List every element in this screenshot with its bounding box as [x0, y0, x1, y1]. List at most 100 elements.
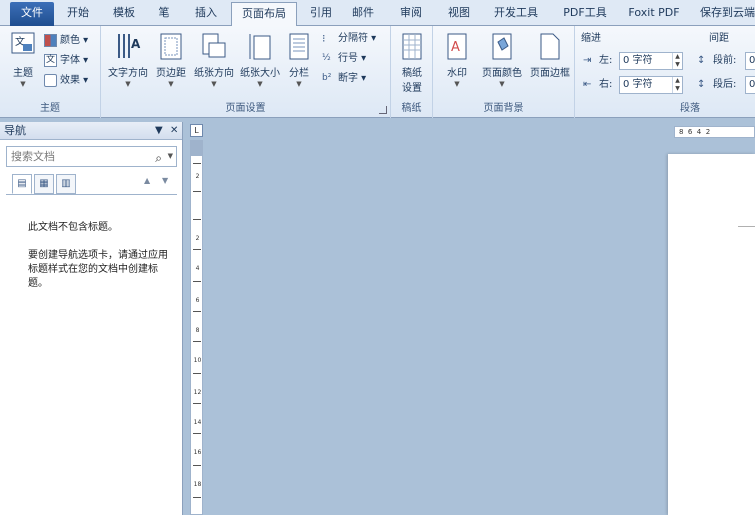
vertical-ruler: 2 2 4 6 8 10 12 14 16 18	[190, 140, 203, 515]
indent-right-label: ⇤ 右:	[583, 78, 613, 91]
tab-references[interactable]: 引用	[303, 2, 339, 26]
nav-header: 导航 ▼ ✕	[0, 122, 182, 140]
hyphenation-button[interactable]: b² 断字 ▾	[322, 70, 366, 88]
tab-file[interactable]: 文件	[10, 2, 54, 26]
paragraph-group: 缩进 ⇥ 左: 0 字符 ▲ ▼ ⇤ 右: 0 字符 ▲ ▼ 间距 ↕ 段前: 0 ↕ 段后…	[575, 26, 755, 118]
columns-button[interactable]: 分栏 ▼	[286, 32, 312, 88]
theme-group-label: 主题	[40, 103, 60, 114]
svg-text:A: A	[451, 40, 460, 55]
colors-icon	[44, 33, 57, 47]
tab-save-cloud[interactable]: 保存到云端	[700, 2, 755, 26]
theme-effects-button[interactable]: 效果 ▾	[44, 72, 88, 90]
ribbon-tabs: 文件 开始 模板 笔 插入 页面布局 引用 邮件 审阅 视图 开发工具 PDF工…	[0, 0, 755, 27]
theme-group: 文 主题 ▼ 颜色 ▾ 文字体 ▾ 效果 ▾ 主题	[0, 26, 101, 118]
indent-right-input[interactable]: 0 字符 ▲ ▼	[619, 76, 683, 94]
orientation-icon	[202, 33, 226, 58]
nav-close-icon[interactable]: ✕	[170, 122, 178, 140]
draft-group-label: 稿纸	[401, 103, 422, 114]
indent-right-spinner-icon[interactable]: ▲ ▼	[672, 77, 682, 93]
line-numbers-button[interactable]: ½ 行号 ▾	[322, 50, 366, 68]
spacing-before-input[interactable]: 0	[745, 52, 755, 70]
tab-foxit-pdf[interactable]: Foxit PDF	[623, 2, 685, 26]
document-area	[205, 140, 755, 515]
breaks-button[interactable]: ⁝ 分隔符 ▾	[322, 30, 376, 48]
themes-label: 主题	[13, 68, 33, 79]
tab-home[interactable]: 开始	[60, 2, 96, 26]
page-borders-icon	[540, 33, 560, 60]
watermark-icon: A	[447, 33, 467, 60]
spacing-after-label: ↕ 段后:	[697, 78, 737, 91]
navigation-pane: 导航 ▼ ✕ 搜索文档 ⌕ ▼ ▤ ▦ ▥ ▲ ▼ 此文档不包含标题。 要创建导…	[0, 122, 183, 515]
next-icon[interactable]: ▼	[162, 176, 168, 185]
spacing-after-icon: ↕	[697, 78, 706, 90]
indent-left-input[interactable]: 0 字符 ▲ ▼	[619, 52, 683, 70]
svg-text:A: A	[131, 37, 141, 51]
margins-button[interactable]: 页边距 ▼	[152, 32, 190, 88]
tab-page-layout[interactable]: 页面布局	[231, 2, 297, 27]
headings-view-icon[interactable]: ▤	[12, 174, 32, 194]
effects-icon	[44, 73, 57, 87]
page-setup-group-label: 页面设置	[225, 103, 266, 114]
page-size-icon	[249, 34, 271, 60]
tab-pen[interactable]: 笔	[150, 2, 178, 26]
indent-title: 缩进	[581, 33, 601, 44]
orientation-button[interactable]: 纸张方向 ▼	[192, 32, 236, 88]
indent-right-icon: ⇤	[583, 78, 592, 90]
paragraph-group-label: 段落	[680, 103, 700, 114]
tab-mailings[interactable]: 邮件	[345, 2, 381, 26]
nav-options-icon[interactable]: ▼	[155, 122, 163, 140]
page-setup-group: A 文字方向 ▼ 页边距 ▼ 纸张方向 ▼ 纸张大小 ▼ 分栏 ▼ ⁝ 分隔符 …	[101, 26, 391, 118]
indent-left-spinner-icon[interactable]: ▲ ▼	[672, 53, 682, 69]
tab-developer[interactable]: 开发工具	[485, 2, 547, 26]
spacing-before-label: ↕ 段前:	[697, 54, 737, 67]
text-direction-button[interactable]: A 文字方向 ▼	[106, 32, 150, 88]
page-size-button[interactable]: 纸张大小 ▼	[238, 32, 282, 88]
spacing-title: 间距	[709, 33, 729, 44]
draft-group: 稿纸 设置 稿纸	[391, 26, 433, 118]
horizontal-ruler-numbers: 8 6 4 2	[679, 128, 711, 136]
search-options-icon[interactable]: ▼	[168, 147, 173, 166]
draft-settings-button[interactable]: 稿纸 设置	[395, 32, 429, 94]
document-page[interactable]	[668, 154, 755, 515]
nav-search-input[interactable]: 搜索文档 ⌕ ▼	[6, 146, 177, 167]
previous-icon[interactable]: ▲	[144, 176, 150, 185]
nav-instructions-text: 要创建导航选项卡，请通过应用标题样式在您的文档中创建标题。	[28, 250, 168, 289]
results-view-icon[interactable]: ▥	[56, 174, 76, 194]
spacing-after-input[interactable]: 0	[745, 76, 755, 94]
horizontal-ruler: 8 6 4 2	[674, 126, 755, 138]
nav-body: 此文档不包含标题。 要创建导航选项卡，请通过应用标题样式在您的文档中创建标题。	[6, 194, 177, 509]
themes-icon: 文	[11, 32, 35, 54]
nav-title: 导航	[4, 124, 26, 137]
pages-view-icon[interactable]: ▦	[34, 174, 54, 194]
no-headings-text: 此文档不包含标题。	[28, 222, 118, 233]
indent-left-label: ⇥ 左:	[583, 54, 613, 67]
page-setup-launcher-icon[interactable]	[379, 106, 387, 114]
nav-view-tabs: ▤ ▦ ▥ ▲ ▼	[6, 174, 177, 194]
line-numbers-icon: ½	[322, 52, 331, 63]
breaks-icon: ⁝	[322, 31, 326, 45]
fonts-icon: 文	[44, 53, 57, 67]
watermark-button[interactable]: A 水印 ▼	[440, 32, 474, 88]
page-color-button[interactable]: 页面颜色 ▼	[478, 32, 526, 88]
theme-colors-button[interactable]: 颜色 ▾	[44, 32, 88, 50]
spacing-before-icon: ↕	[697, 54, 706, 66]
hyphenation-icon: b²	[322, 72, 332, 83]
tab-pdf-tools[interactable]: PDF工具	[557, 2, 613, 26]
page-background-group-label: 页面背景	[483, 103, 524, 114]
page-background-group: A 水印 ▼ 页面颜色 ▼ 页面边框 页面背景	[433, 26, 575, 118]
theme-fonts-button[interactable]: 文字体 ▾	[44, 52, 88, 70]
tab-insert[interactable]: 插入	[188, 2, 224, 26]
tab-review[interactable]: 审阅	[393, 2, 429, 26]
themes-button[interactable]: 文 主题 ▼	[6, 32, 40, 88]
columns-icon	[289, 33, 309, 60]
page-borders-button[interactable]: 页面边框	[526, 32, 574, 79]
text-direction-icon: A	[118, 34, 141, 58]
ribbon: 文 主题 ▼ 颜色 ▾ 文字体 ▾ 效果 ▾ 主题 A 文字方向 ▼ 页边距 ▼…	[0, 26, 755, 118]
search-icon[interactable]: ⌕	[155, 149, 162, 168]
tab-selector-button[interactable]: L	[190, 124, 203, 137]
tab-templates[interactable]: 模板	[106, 2, 142, 26]
draft-paper-icon	[402, 33, 422, 60]
page-color-icon	[492, 33, 512, 60]
indent-left-icon: ⇥	[583, 54, 592, 66]
tab-view[interactable]: 视图	[441, 2, 477, 26]
